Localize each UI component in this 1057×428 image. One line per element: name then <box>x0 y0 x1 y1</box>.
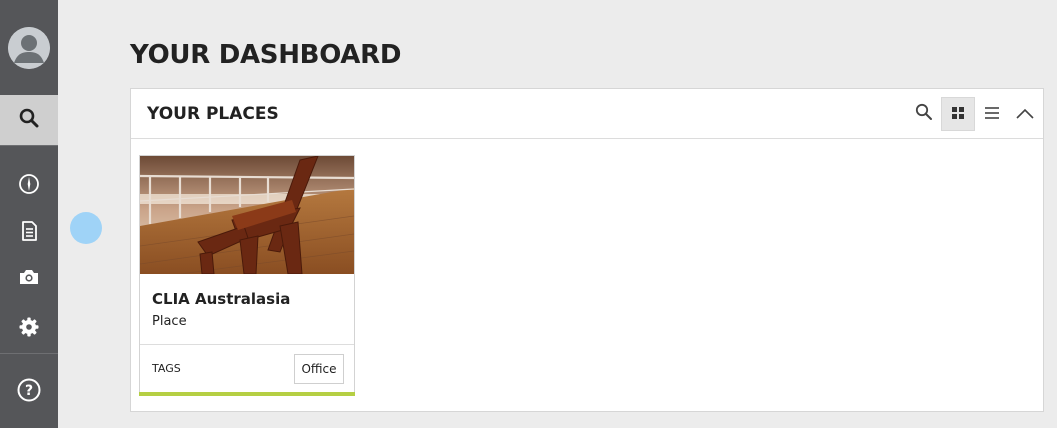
search-icon <box>915 103 933 125</box>
list-view-button[interactable] <box>975 97 1009 131</box>
list-view-icon <box>984 105 1000 124</box>
search-icon <box>19 108 39 132</box>
panel-search-button[interactable] <box>907 97 941 131</box>
place-thumbnail[interactable] <box>140 156 354 274</box>
tags-label: TAGS <box>152 362 181 375</box>
sidebar-item-explore[interactable] <box>0 164 58 208</box>
compass-icon <box>18 173 40 199</box>
card-accent-bar <box>139 392 355 396</box>
user-avatar-icon <box>8 26 50 69</box>
card-divider <box>140 344 354 345</box>
document-icon <box>19 220 39 246</box>
camera-icon <box>18 267 40 291</box>
cursor-indicator <box>70 212 102 244</box>
sidebar-item-help[interactable]: ? <box>0 370 58 414</box>
places-panel: YOUR PLACES CLIA Australasia Place TAGS … <box>130 88 1044 412</box>
place-card[interactable]: CLIA Australasia Place TAGS Office <box>139 155 355 396</box>
svg-text:?: ? <box>25 383 33 399</box>
panel-title: YOUR PLACES <box>147 104 279 124</box>
place-name: CLIA Australasia <box>152 290 291 308</box>
page-title: YOUR DASHBOARD <box>130 40 402 70</box>
sidebar-item-settings[interactable] <box>0 307 58 351</box>
sidebar-divider <box>0 353 58 354</box>
grid-view-icon <box>951 105 965 124</box>
help-icon: ? <box>17 378 41 406</box>
user-avatar[interactable] <box>0 0 58 95</box>
place-type: Place <box>152 314 187 329</box>
collapse-chevron-up-icon <box>1016 105 1034 124</box>
gear-icon <box>18 316 40 342</box>
sidebar-divider <box>0 145 58 146</box>
grid-view-button[interactable] <box>941 97 975 131</box>
panel-header: YOUR PLACES <box>131 89 1043 139</box>
sidebar-item-documents[interactable] <box>0 211 58 255</box>
sidebar-search-button[interactable] <box>0 95 58 145</box>
tag-office[interactable]: Office <box>294 354 344 384</box>
sidebar-item-media[interactable] <box>0 257 58 301</box>
collapse-panel-button[interactable] <box>1008 97 1042 131</box>
sidebar: ? <box>0 0 58 428</box>
